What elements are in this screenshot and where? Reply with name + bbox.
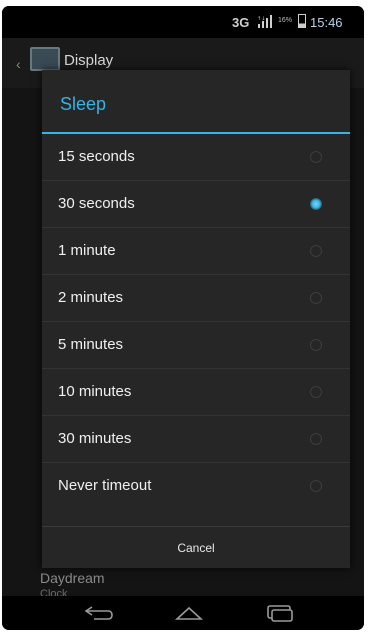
network-type: 3G [232,15,250,30]
sleep-dialog: Sleep 15 seconds 30 seconds 1 minute 2 m… [42,70,350,568]
option-label: 15 seconds [58,148,135,165]
option-label: 30 seconds [58,195,135,212]
phone-frame: 3G ↑↓ 16% 15:46 ‹ Display Daydream Clock… [0,0,368,635]
battery-icon [298,14,306,28]
nav-recent-apps-icon[interactable] [264,602,296,624]
option-5-minutes[interactable]: 5 minutes [42,322,350,369]
signal-icon: ↑↓ [257,15,272,28]
nav-back-icon[interactable] [82,602,116,624]
clock: 15:46 [310,15,343,30]
screen: 3G ↑↓ 16% 15:46 ‹ Display Daydream Clock… [2,6,364,630]
radio-icon[interactable] [310,386,322,398]
radio-icon[interactable] [310,339,322,351]
option-2-minutes[interactable]: 2 minutes [42,275,350,322]
cancel-button[interactable]: Cancel [42,526,350,568]
option-15-seconds[interactable]: 15 seconds [42,134,350,181]
battery-percent: 16% [278,17,293,24]
option-label: 5 minutes [58,336,124,353]
radio-icon[interactable] [310,292,322,304]
option-never-timeout[interactable]: Never timeout [42,463,350,510]
option-1-minute[interactable]: 1 minute [42,228,350,275]
svg-text:↑↓: ↑↓ [257,16,265,22]
dialog-title: Sleep [60,94,107,114]
nav-home-icon[interactable] [174,602,204,624]
back-icon[interactable]: ‹ [16,56,21,72]
option-label: 2 minutes [58,289,124,306]
radio-icon[interactable] [310,433,322,445]
screen-title: Display [64,52,114,69]
option-10-minutes[interactable]: 10 minutes [42,369,350,416]
radio-checked-icon[interactable] [310,198,322,210]
radio-icon[interactable] [310,245,322,257]
option-30-seconds[interactable]: 30 seconds [42,181,350,228]
option-label: Never timeout [58,477,152,494]
radio-icon[interactable] [310,480,322,492]
settings-item-daydream[interactable]: Daydream [40,570,105,586]
status-bar: 3G ↑↓ 16% 15:46 [2,6,364,38]
option-label: 30 minutes [58,430,132,447]
option-label: 1 minute [58,242,116,259]
radio-icon[interactable] [310,151,322,163]
navigation-bar [2,596,364,630]
option-label: 10 minutes [58,383,132,400]
display-app-icon [30,47,60,71]
option-30-minutes[interactable]: 30 minutes [42,416,350,463]
